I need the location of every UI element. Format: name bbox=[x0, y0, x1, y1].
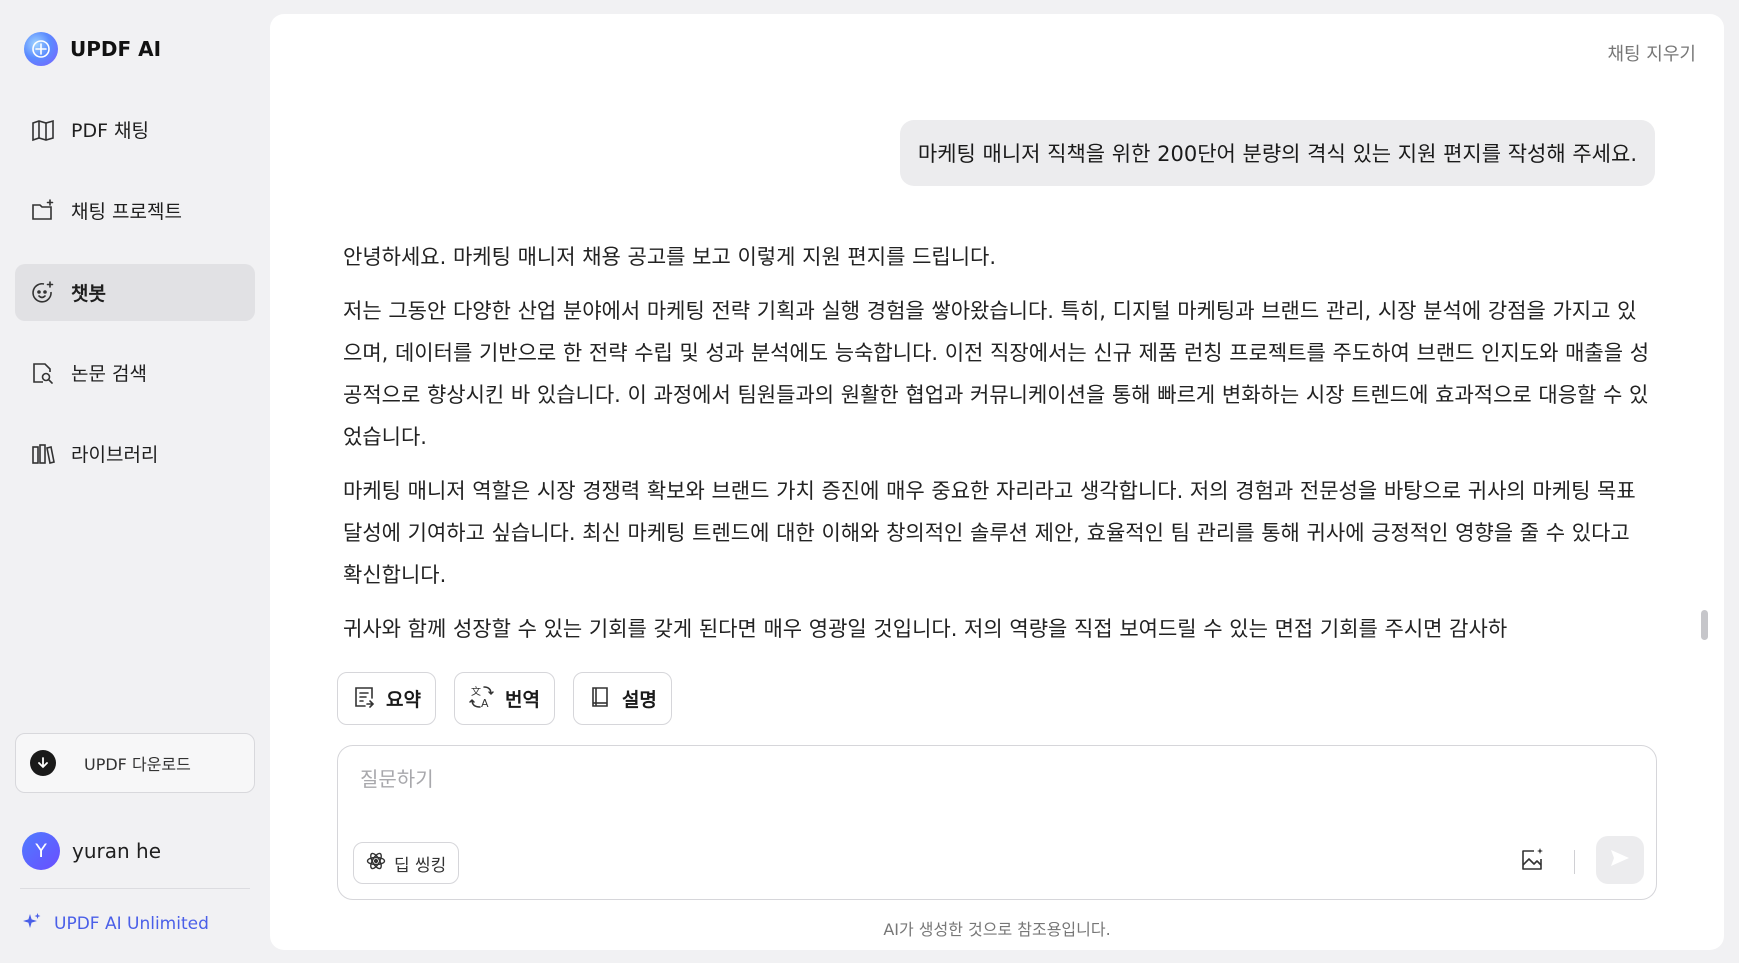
translate-button[interactable]: 文 A 번역 bbox=[453, 672, 555, 725]
atom-icon bbox=[366, 851, 386, 875]
sidebar-item-paper-search[interactable]: 논문 검색 bbox=[15, 344, 255, 401]
scrollbar-thumb[interactable] bbox=[1701, 610, 1708, 640]
sidebar-item-label: 챗봇 bbox=[71, 283, 106, 305]
answer-paragraph: 안녕하세요. 마케팅 매니저 채용 공고를 보고 이렇게 지원 편지를 드립니다… bbox=[343, 245, 997, 269]
svg-text:A: A bbox=[481, 697, 489, 710]
summary-icon bbox=[352, 685, 376, 713]
explain-button[interactable]: 설명 bbox=[572, 672, 672, 725]
sidebar-item-label: 라이브러리 bbox=[71, 444, 159, 466]
sparkle-icon bbox=[22, 912, 42, 936]
sidebar-item-label: 채팅 프로젝트 bbox=[71, 201, 182, 223]
sidebar-item-library[interactable]: 라이브러리 bbox=[15, 425, 255, 482]
svg-text:文: 文 bbox=[471, 685, 481, 698]
ai-answer: 안녕하세요. 마케팅 매니저 채용 공고를 보고 이렇게 지원 편지를 드립니다… bbox=[343, 236, 1653, 658]
explain-book-icon bbox=[588, 685, 612, 713]
deep-thinking-toggle[interactable]: 딥 씽킹 bbox=[353, 842, 460, 884]
sidebar-item-pdf-chat[interactable]: PDF 채팅 bbox=[15, 101, 255, 158]
brand[interactable]: UPDF AI bbox=[24, 32, 161, 66]
chat-panel: 채팅 지우기 마케팅 매니저 직책을 위한 200단어 분량의 격식 있는 지원… bbox=[270, 14, 1724, 950]
send-button[interactable] bbox=[1596, 836, 1644, 884]
answer-paragraph: 마케팅 매니저 역할은 시장 경쟁력 확보와 브랜드 가치 증진에 매우 중요한… bbox=[343, 479, 1636, 587]
brand-name: UPDF AI bbox=[70, 37, 162, 61]
sidebar-item-label: 논문 검색 bbox=[71, 363, 147, 385]
summary-button[interactable]: 요약 bbox=[337, 672, 436, 725]
answer-actions: 요약 文 A 번역 설명 bbox=[337, 672, 672, 725]
deep-thinking-label: 딥 씽킹 bbox=[394, 855, 447, 876]
ai-disclaimer: AI가 생성한 것으로 참조용입니다. bbox=[883, 920, 1111, 939]
input-divider bbox=[1574, 850, 1575, 874]
updf-download-button[interactable]: UPDF 다운로드 bbox=[15, 733, 255, 793]
user-name: yuran he bbox=[72, 839, 162, 863]
paper-search-icon bbox=[29, 359, 57, 387]
folder-add-icon bbox=[29, 197, 57, 225]
explain-label: 설명 bbox=[621, 689, 657, 711]
translate-icon: 文 A bbox=[469, 684, 495, 714]
library-icon bbox=[29, 440, 57, 468]
sidebar-item-chat-project[interactable]: 채팅 프로젝트 bbox=[15, 182, 255, 239]
answer-paragraph: 귀사와 함께 성장할 수 있는 기회를 갖게 된다면 매우 영광일 것입니다. … bbox=[343, 617, 1508, 641]
book-map-icon bbox=[29, 116, 57, 144]
translate-label: 번역 bbox=[504, 689, 540, 711]
download-label: UPDF 다운로드 bbox=[84, 755, 191, 774]
sidebar: UPDF AI PDF 채팅 채팅 프로젝트 챗봇 논문 검색 라이브러리 UP… bbox=[0, 0, 270, 963]
clear-chat-button[interactable]: 채팅 지우기 bbox=[1607, 40, 1696, 66]
chat-input-box: 딥 씽킹 bbox=[337, 745, 1657, 900]
chatbot-face-icon bbox=[29, 279, 57, 307]
send-icon bbox=[1609, 847, 1631, 873]
avatar: Y bbox=[22, 832, 60, 870]
upgrade-unlimited-link[interactable]: UPDF AI Unlimited bbox=[22, 912, 209, 936]
answer-paragraph: 저는 그동안 다양한 산업 분야에서 마케팅 전략 기획과 실행 경험을 쌓아왔… bbox=[343, 299, 1650, 449]
summary-label: 요약 bbox=[386, 689, 421, 711]
user-message-bubble: 마케팅 매니저 직책을 위한 200단어 분량의 격식 있는 지원 편지를 작성… bbox=[899, 120, 1655, 186]
sidebar-item-chatbot[interactable]: 챗봇 bbox=[15, 264, 255, 321]
download-icon bbox=[30, 750, 56, 776]
user-profile[interactable]: Y yuran he bbox=[22, 832, 161, 870]
image-sparkle-icon bbox=[1518, 846, 1546, 878]
updf-logo-icon bbox=[24, 32, 58, 66]
sidebar-divider bbox=[20, 888, 250, 889]
sidebar-item-label: PDF 채팅 bbox=[71, 120, 150, 142]
image-generate-button[interactable] bbox=[1516, 846, 1548, 878]
chat-input[interactable] bbox=[360, 762, 1630, 796]
unlimited-label: UPDF AI Unlimited bbox=[54, 914, 209, 934]
